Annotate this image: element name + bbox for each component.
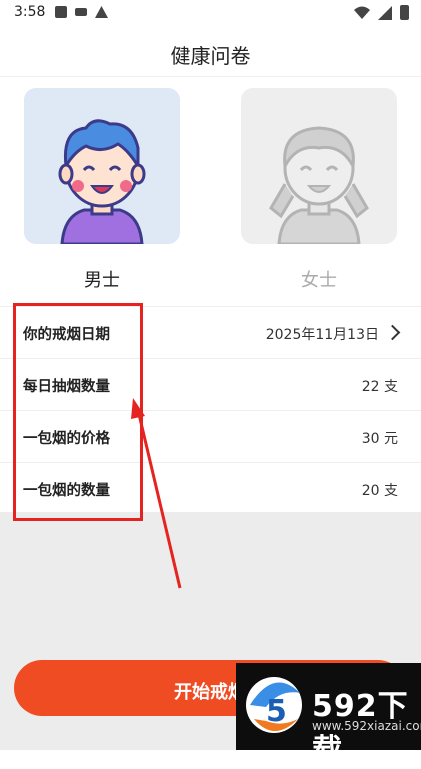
watermark: 5 592下载 www.592xiazai.com	[236, 663, 421, 768]
watermark-url: www.592xiazai.com	[312, 719, 421, 733]
svg-text:5: 5	[266, 694, 287, 729]
watermark-logo-icon: 5	[246, 677, 302, 733]
annotation-arrow-icon	[131, 398, 182, 589]
